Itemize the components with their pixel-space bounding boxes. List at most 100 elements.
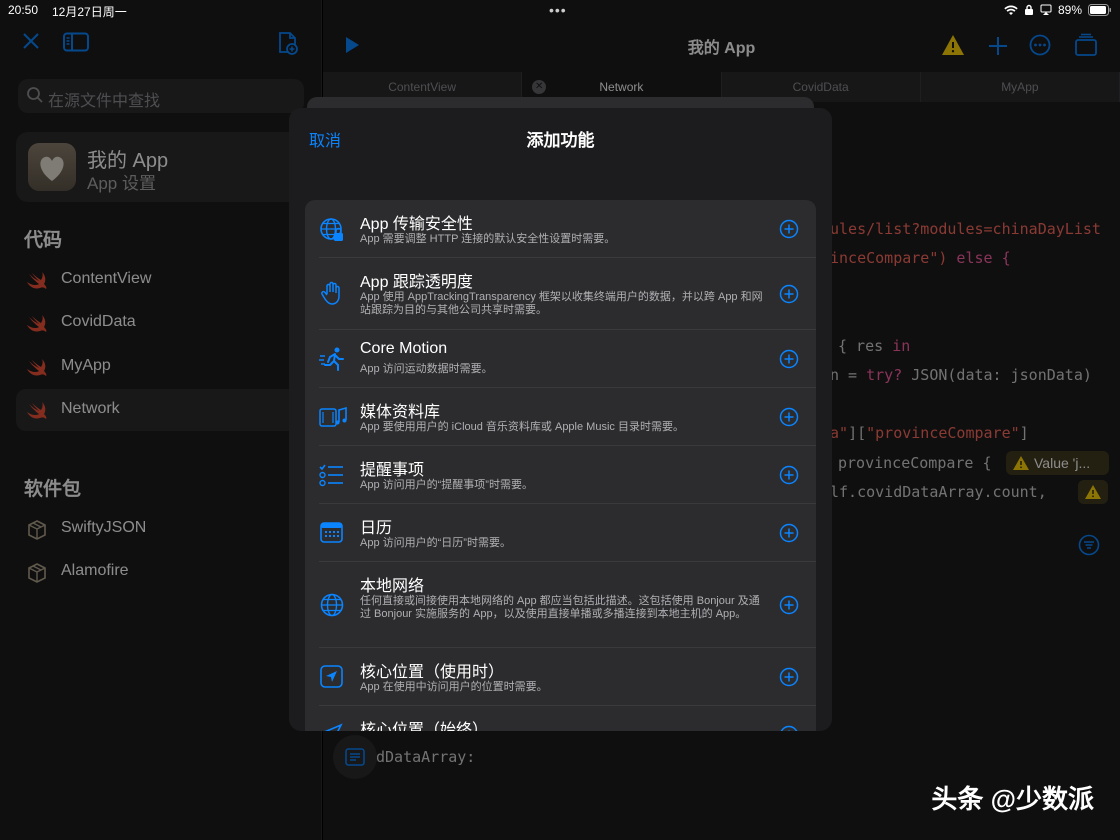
- item-title: 提醒事项: [360, 462, 425, 479]
- list-item[interactable]: 核心位置（始终）: [305, 706, 816, 731]
- list-item[interactable]: 提醒事项 App 访问用户的“提醒事项”时需要。: [305, 446, 816, 504]
- app-settings-card[interactable]: 我的 App App 设置: [16, 132, 310, 202]
- search-icon: [27, 87, 43, 103]
- sheet-title: 添加功能: [526, 131, 595, 150]
- sidebar-item-contentview[interactable]: ContentView: [16, 259, 310, 301]
- tab-overview-icon[interactable]: [1074, 33, 1098, 57]
- item-description: App 访问用户的“提醒事项”时需要。: [360, 479, 533, 491]
- status-right: 89%: [1004, 3, 1112, 17]
- search-field[interactable]: 在源文件中查找: [18, 79, 304, 113]
- add-circle-icon[interactable]: [779, 667, 799, 687]
- multitasking-dots-icon[interactable]: •••: [549, 2, 567, 18]
- add-circle-icon[interactable]: [779, 219, 799, 239]
- code-token: n =: [830, 366, 867, 384]
- sidebar-toggle-icon[interactable]: [63, 32, 89, 52]
- packages-section-header: 软件包: [24, 479, 82, 500]
- location-arrow-icon: [324, 723, 343, 731]
- warning-text: Value 'j...: [1034, 455, 1091, 471]
- code-token: a": [830, 424, 849, 442]
- item-title: 媒体资料库: [360, 404, 441, 421]
- warning-icon: [1085, 485, 1101, 499]
- package-icon: [28, 520, 46, 540]
- status-bar: 20:50 12月27日周一 ••• 89%: [0, 0, 1120, 22]
- swift-icon: [27, 272, 47, 289]
- sidebar-item-label: CovidData: [61, 313, 136, 330]
- add-circle-icon[interactable]: [779, 349, 799, 369]
- sidebar-item-label: Network: [61, 400, 120, 417]
- add-icon[interactable]: [988, 36, 1008, 56]
- close-tab-icon[interactable]: ✕: [532, 80, 547, 94]
- sidebar-item-coviddata[interactable]: CovidData: [16, 302, 310, 344]
- calendar-icon: [320, 522, 343, 543]
- add-circle-icon[interactable]: [779, 284, 799, 304]
- status-date: 12月27日周一: [52, 5, 127, 19]
- code-token: { res: [838, 337, 893, 355]
- sidebar: 在源文件中查找 我的 App App 设置 代码 ContentView Cov…: [0, 0, 322, 840]
- sidebar-item-swiftyjson[interactable]: SwiftyJSON: [16, 508, 310, 550]
- item-description: App 在使用中访问用户的位置时需要。: [360, 681, 548, 693]
- sidebar-item-label: Alamofire: [61, 562, 129, 579]
- list-item[interactable]: 核心位置（使用时） App 在使用中访问用户的位置时需要。: [305, 648, 816, 706]
- item-title: 日历: [360, 520, 393, 537]
- running-figure-icon: [319, 347, 344, 371]
- add-circle-icon[interactable]: [779, 465, 799, 485]
- item-title: App 跟踪透明度: [360, 274, 473, 291]
- close-icon[interactable]: [22, 32, 40, 50]
- more-icon[interactable]: [1029, 34, 1051, 56]
- code-token: ][: [848, 424, 867, 442]
- item-description: 任何直接或间接使用本地网络的 App 都应当包括此描述。这包括使用 Bonjou…: [360, 595, 760, 620]
- checklist-icon: [319, 464, 343, 487]
- add-circle-icon[interactable]: [779, 595, 799, 615]
- item-title: App 传输安全性: [360, 216, 473, 233]
- tab-myapp[interactable]: MyApp: [921, 72, 1120, 102]
- code-token: try?: [866, 366, 903, 384]
- item-description: App 要使用用户的 iCloud 音乐资料库或 Apple Music 目录时…: [360, 421, 684, 433]
- sidebar-item-network[interactable]: Network: [16, 389, 310, 431]
- sidebar-item-label: SwiftyJSON: [61, 519, 147, 536]
- list-item[interactable]: 日历 App 访问用户的“日历”时需要。: [305, 504, 816, 562]
- sidebar-item-label: ContentView: [61, 270, 152, 287]
- tab-label: Network: [599, 80, 644, 94]
- list-item[interactable]: 媒体资料库 App 要使用用户的 iCloud 音乐资料库或 Apple Mus…: [305, 388, 816, 446]
- list-item[interactable]: App 传输安全性 App 需要调整 HTTP 连接的默认安全性设置时需要。: [305, 200, 816, 258]
- heart-icon: [40, 156, 64, 181]
- app-icon: [28, 143, 76, 191]
- location-arrow-icon: [320, 665, 343, 688]
- music-library-icon: [319, 406, 347, 427]
- inline-warning-badge[interactable]: Value 'j...: [1006, 451, 1109, 475]
- document-outline-button[interactable]: [333, 735, 377, 779]
- code-line: { res in: [838, 337, 910, 355]
- item-title: 核心位置（始终）: [360, 722, 489, 731]
- battery-icon: [1088, 4, 1111, 16]
- add-circle-icon[interactable]: [779, 523, 799, 543]
- sidebar-item-label: MyApp: [61, 357, 111, 374]
- warning-icon: [1013, 456, 1029, 470]
- filter-icon[interactable]: [1078, 534, 1100, 556]
- watermark: 头条 @少数派: [931, 784, 1094, 814]
- new-file-icon[interactable]: [277, 31, 299, 55]
- add-capability-sheet: 取消 添加功能 App 传输安全性 App 需要调整 HTTP 连接的默认安全性…: [289, 108, 832, 731]
- document-outline-icon: [345, 748, 365, 766]
- item-title: 本地网络: [360, 578, 425, 595]
- hand-icon: [321, 281, 340, 305]
- code-line: lf.covidDataArray.count,: [830, 483, 1047, 501]
- item-title: 核心位置（使用时）: [360, 664, 505, 681]
- code-token: Compare"): [866, 249, 948, 267]
- code-token: ince: [830, 249, 867, 267]
- airplay-icon: [1040, 4, 1052, 15]
- list-item[interactable]: 本地网络 任何直接或间接使用本地网络的 App 都应当包括此描述。这包括使用 B…: [305, 562, 816, 648]
- sidebar-item-alamofire[interactable]: Alamofire: [16, 551, 310, 593]
- inline-warning-badge[interactable]: [1078, 480, 1108, 504]
- code-line: dDataArray:: [376, 748, 476, 766]
- battery-percent: 89%: [1057, 3, 1082, 17]
- capability-list: App 传输安全性 App 需要调整 HTTP 连接的默认安全性设置时需要。 A…: [305, 200, 816, 731]
- add-circle-icon[interactable]: [779, 407, 799, 427]
- code-token: "provinceCompare": [866, 424, 1020, 442]
- globe-icon: [320, 593, 344, 617]
- warning-icon[interactable]: [941, 34, 965, 56]
- list-item[interactable]: Core Motion App 访问运动数据时需要。: [305, 330, 816, 388]
- sidebar-item-myapp[interactable]: MyApp: [16, 346, 310, 388]
- package-icon: [28, 563, 46, 583]
- add-circle-icon[interactable]: [779, 725, 799, 731]
- list-item[interactable]: App 跟踪透明度 App 使用 AppTrackingTransparency…: [305, 258, 816, 330]
